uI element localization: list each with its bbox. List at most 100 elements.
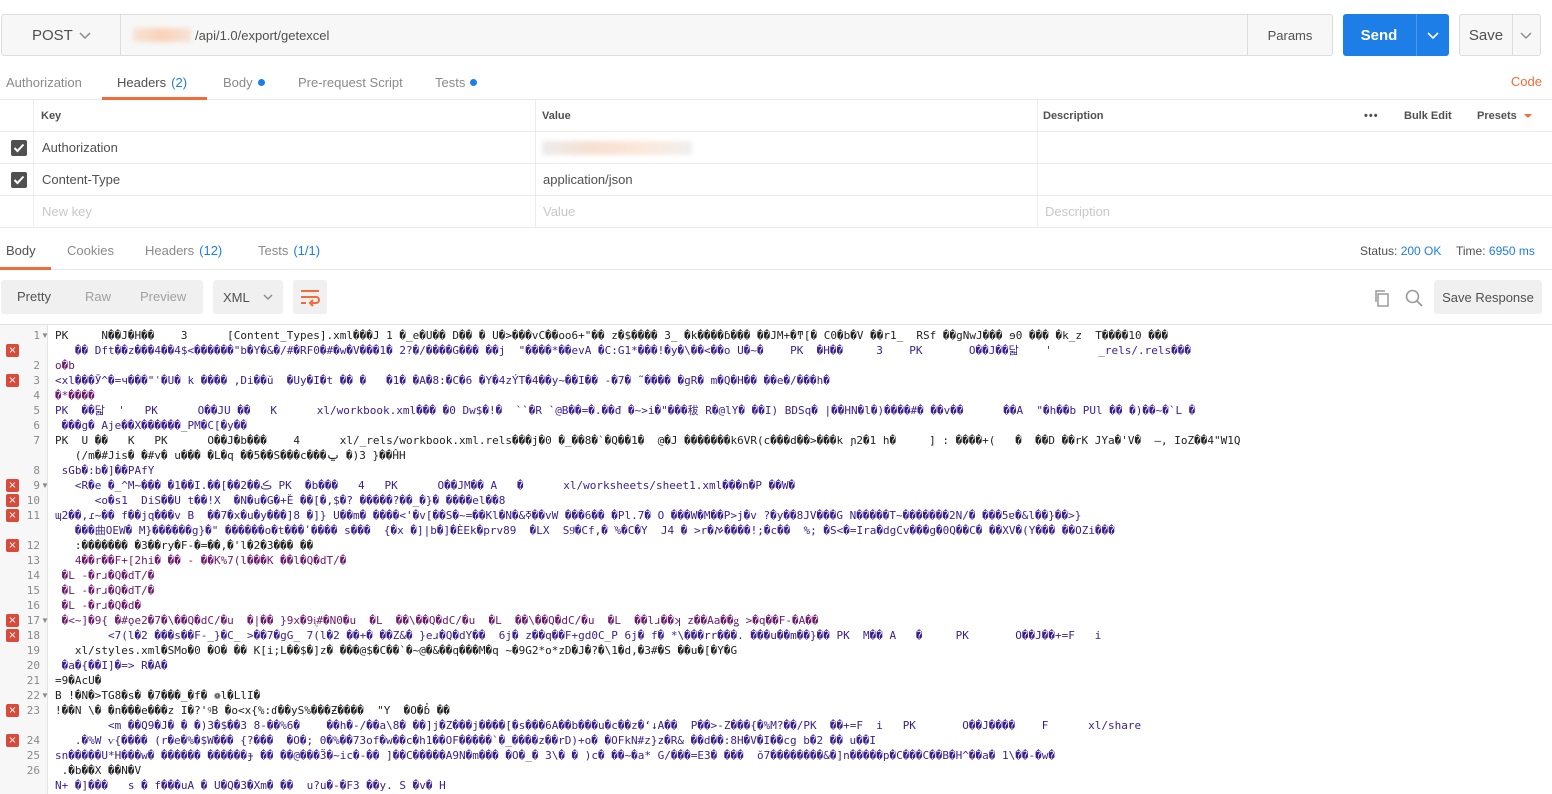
code-line: o�b bbox=[55, 359, 75, 372]
format-label: XML bbox=[223, 289, 250, 305]
header-key[interactable]: Authorization bbox=[42, 132, 118, 163]
fold-toggle-icon[interactable]: ▼ bbox=[41, 616, 49, 625]
code-line: <7(l�2 ���s��F-_}�C_ >��7�gG_ 7(l�2 ��+�… bbox=[55, 629, 1102, 642]
tab-prerequest-label: Pre-request Script bbox=[298, 75, 403, 90]
tab-test-results[interactable]: Tests (1/1) bbox=[258, 232, 320, 269]
send-button[interactable]: Send bbox=[1343, 14, 1449, 56]
code-line: =9�AcU� bbox=[55, 674, 102, 687]
code-line: sn�����U*H���w� ������ ������ɟ �� ��@���… bbox=[55, 749, 1056, 762]
code-line: (/m�#Jis� �#v� u��� �L�q ��5��S���c���ݐ … bbox=[55, 449, 406, 462]
tab-cookies[interactable]: Cookies bbox=[67, 232, 114, 269]
error-marker-icon[interactable]: × bbox=[6, 509, 19, 522]
fold-toggle-icon[interactable]: ▼ bbox=[41, 481, 49, 490]
error-marker-icon[interactable]: × bbox=[6, 629, 19, 642]
wrap-lines-button[interactable] bbox=[293, 280, 327, 314]
code-line: 4��r��F+[2hi� �� - ��K%7(l���K ��l�Q�dT/… bbox=[55, 554, 347, 567]
error-marker-icon[interactable]: × bbox=[6, 344, 19, 357]
code-line: B !�N�>TG8�s� �7���_�f� ❁l�LlI� bbox=[55, 689, 261, 702]
send-options-chevron-icon[interactable] bbox=[1425, 27, 1441, 43]
new-key-input[interactable]: New key bbox=[42, 196, 92, 227]
checkmark-icon bbox=[13, 143, 25, 153]
error-marker-icon[interactable]: × bbox=[6, 704, 19, 717]
save-response-label: Save Response bbox=[1442, 289, 1534, 305]
error-marker-icon[interactable]: × bbox=[6, 374, 19, 387]
line-number: 26 bbox=[26, 764, 40, 777]
tab-test-results-count: (1/1) bbox=[293, 243, 321, 258]
tab-tests[interactable]: Tests bbox=[435, 66, 478, 99]
url-path: /api/1.0/export/getexcel bbox=[195, 27, 330, 43]
tab-response-body-label: Body bbox=[6, 243, 36, 258]
active-response-tab-underline bbox=[0, 267, 51, 270]
response-body-viewer[interactable]: 1 2 3 4 5 6 7 8 9 10 11 12 13 14 15 16 17 18 19 20 21 22 23 24 2… bbox=[0, 324, 1552, 794]
tab-tests-label: Tests bbox=[435, 75, 466, 90]
code-link[interactable]: Code bbox=[1511, 74, 1542, 89]
tab-headers-label: Headers bbox=[117, 75, 167, 90]
tab-headers[interactable]: Headers (2) bbox=[117, 66, 187, 99]
line-number: 5 bbox=[33, 404, 40, 417]
line-number-gutter: 1 2 3 4 5 6 7 8 9 10 11 12 13 14 15 16 17 18 19 20 21 22 23 24 2… bbox=[0, 325, 49, 794]
headers-table-header: Key Value Description ••• Bulk Edit Pres… bbox=[0, 100, 1552, 132]
code-line: �*���� bbox=[55, 389, 95, 402]
code-line: �a�{��I]�=> R�A� bbox=[55, 659, 168, 672]
save-response-button[interactable]: Save Response bbox=[1434, 280, 1542, 314]
tab-response-body[interactable]: Body bbox=[6, 232, 36, 269]
tab-body-label: Body bbox=[223, 75, 253, 90]
header-value-redacted bbox=[542, 140, 692, 155]
code-line: :������� �3��ry�F-�=��,�'l�2�3��� �� bbox=[55, 539, 314, 552]
send-divider bbox=[1416, 14, 1417, 56]
save-options-chevron-icon[interactable] bbox=[1518, 27, 1534, 43]
url-input[interactable]: /api/1.0/export/getexcel bbox=[121, 14, 1248, 56]
body-indicator-dot bbox=[257, 79, 265, 86]
request-bar: POST /api/1.0/export/getexcel Params Sen… bbox=[0, 0, 1552, 70]
status-label: Status: bbox=[1360, 244, 1398, 258]
header-row-checkbox[interactable] bbox=[11, 172, 27, 188]
tab-authorization[interactable]: Authorization bbox=[6, 66, 82, 99]
save-button[interactable]: Save bbox=[1459, 14, 1541, 56]
search-icon[interactable] bbox=[1404, 288, 1424, 308]
format-select[interactable]: XML bbox=[213, 280, 283, 314]
fold-toggle-icon[interactable]: ▼ bbox=[41, 691, 49, 700]
error-marker-icon[interactable]: × bbox=[6, 614, 19, 627]
new-description-input[interactable]: Description bbox=[1045, 196, 1110, 227]
code-line: xl/styles.xml�SMo�0 �O� �� K[i;L��$�]z� … bbox=[55, 644, 738, 657]
save-divider bbox=[1512, 15, 1513, 55]
params-button[interactable]: Params bbox=[1247, 14, 1333, 56]
code-line: <o�s1 DiS��U t��!X �N�u�G�+Ȅ ��[�,$�? ��… bbox=[55, 494, 506, 507]
chevron-down-icon bbox=[263, 294, 273, 300]
method-select[interactable]: POST bbox=[1, 14, 121, 56]
tests-indicator-dot bbox=[470, 79, 478, 86]
send-label: Send bbox=[1360, 26, 1398, 44]
error-marker-icon[interactable]: × bbox=[6, 479, 19, 492]
presets-label: Presets bbox=[1477, 109, 1517, 122]
more-options-icon[interactable]: ••• bbox=[1364, 100, 1379, 131]
tab-test-results-label: Tests bbox=[258, 243, 289, 258]
preview-button[interactable]: Preview bbox=[140, 289, 186, 304]
tab-response-headers[interactable]: Headers (12) bbox=[145, 232, 222, 269]
fold-toggle-icon[interactable]: ▼ bbox=[41, 331, 49, 340]
tab-response-headers-count: (12) bbox=[199, 243, 223, 258]
raw-button[interactable]: Raw bbox=[85, 289, 111, 304]
tab-body[interactable]: Body bbox=[223, 66, 265, 99]
tab-authorization-label: Authorization bbox=[6, 75, 82, 90]
error-marker-icon[interactable]: × bbox=[6, 734, 19, 747]
presets-dropdown[interactable]: Presets bbox=[1477, 100, 1534, 131]
line-number: 19 bbox=[26, 644, 40, 657]
tab-prerequest-script[interactable]: Pre-request Script bbox=[298, 66, 403, 99]
header-row-checkbox[interactable] bbox=[11, 140, 27, 156]
bulk-edit-link[interactable]: Bulk Edit bbox=[1404, 100, 1452, 131]
code-line: .�%W ѵ{���� (r�e�%�$W��� {?��� �O�; 0�%�… bbox=[55, 734, 877, 747]
header-key[interactable]: Content-Type bbox=[42, 164, 120, 195]
error-marker-icon[interactable]: × bbox=[6, 539, 19, 552]
code-line: N+ �]��� s � f���uA � U�Q�3�Xm� �� u?u�-… bbox=[55, 779, 446, 792]
header-value[interactable]: application/json bbox=[543, 164, 633, 195]
copy-icon[interactable] bbox=[1372, 288, 1392, 308]
code-line: �<~]�9{ �#ǫe2�7�\��Q�dC/�u �|�� }9x�9ᶖ#�… bbox=[55, 614, 819, 627]
code-line: sGb�:b�]��PAfY bbox=[55, 464, 155, 477]
code-line: <xl���Ӯ^�=ч���"ʿ�U� k ���� ,Di��ŭ �Uy�I�… bbox=[55, 374, 830, 387]
header-value[interactable] bbox=[542, 132, 692, 163]
code-line: �� Dft��z���4��4$<������"b�Y�&�/#�RF0�#�… bbox=[55, 344, 1191, 357]
code-line: <R�e �_^M~��� �1��I.��[��2��ڪ PK �b��� 4… bbox=[55, 479, 796, 492]
error-marker-icon[interactable]: × bbox=[6, 494, 19, 507]
new-value-input[interactable]: Value bbox=[543, 196, 575, 227]
pretty-button[interactable]: Pretty bbox=[17, 289, 51, 304]
